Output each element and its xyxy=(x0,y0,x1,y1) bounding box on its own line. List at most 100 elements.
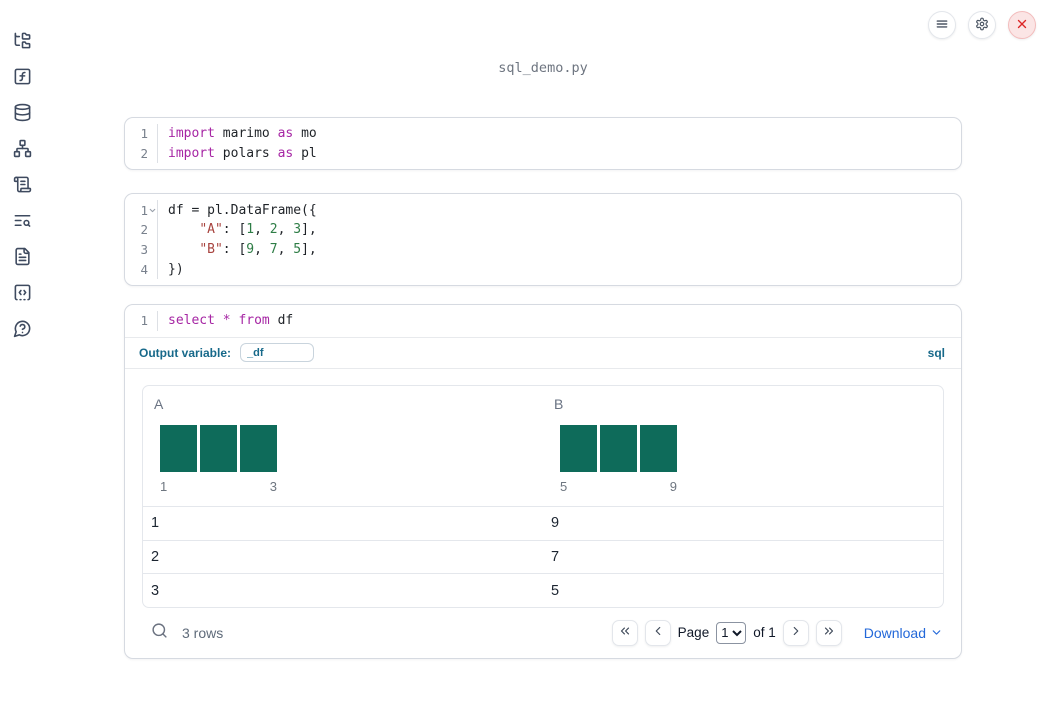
dataframe-table: A 1 3 B 5 9 1 9 2 7 3 5 xyxy=(142,384,944,608)
column-header-b[interactable]: B 5 9 xyxy=(543,386,943,506)
histogram-bar xyxy=(560,424,597,472)
table-footer-left: 3 rows xyxy=(151,622,223,644)
chevrons-left-icon xyxy=(618,624,632,641)
table-body: 192735 xyxy=(143,507,943,607)
histogram-b-ticks: 5 9 xyxy=(560,479,677,494)
code-text: "B": [9, 7, 5], xyxy=(199,242,317,258)
chevron-down-icon xyxy=(930,624,943,642)
column-label: B xyxy=(554,395,564,412)
sidebar-item-file-explorer[interactable] xyxy=(4,24,40,60)
sidebar-item-logs[interactable] xyxy=(4,168,40,204)
output-variable-label: Output variable: xyxy=(139,345,232,360)
sql-code-editor[interactable]: 1 select * from df xyxy=(125,305,961,337)
code-text: "A": [1, 2, 3], xyxy=(199,222,317,238)
histogram-bar xyxy=(240,424,277,472)
shutdown-button[interactable] xyxy=(1008,11,1036,39)
table-row[interactable]: 27 xyxy=(143,540,943,573)
page-select[interactable]: 1 xyxy=(716,621,747,644)
histogram-bar xyxy=(640,424,677,472)
code-line[interactable]: 4}) xyxy=(125,259,961,280)
sql-cell-footer: Output variable: sql xyxy=(125,336,961,368)
function-square-icon xyxy=(13,67,32,89)
code-text: select * from df xyxy=(168,313,294,329)
gutter xyxy=(148,143,158,164)
output-variable-input[interactable] xyxy=(240,343,315,363)
table-footer: 3 rows Page 1 of 1 Download xyxy=(142,608,944,658)
sidebar-item-search-logs[interactable] xyxy=(4,204,40,240)
sidebar-item-snippets[interactable] xyxy=(4,276,40,312)
line-number: 1 xyxy=(140,313,148,329)
code-text: df = pl.DataFrame({ xyxy=(168,202,317,218)
histogram-bar xyxy=(600,424,637,472)
sidebar-item-functions[interactable] xyxy=(4,60,40,96)
row-count: 3 rows xyxy=(182,624,224,641)
sql-output-area: A 1 3 B 5 9 1 9 2 7 3 5 3 rows Page 1 of… xyxy=(125,367,961,658)
file-text-icon xyxy=(13,247,32,269)
code-snippet-icon xyxy=(13,283,32,305)
chevron-left-icon xyxy=(651,624,665,641)
table-row[interactable]: 35 xyxy=(143,573,943,606)
line-number: 3 xyxy=(140,242,148,258)
code-line[interactable]: 2 import polars as pl xyxy=(125,143,961,164)
code-editor-dataframe[interactable]: 1 df = pl.DataFrame({2 "A": [1, 2, 3], 3 "… xyxy=(125,194,961,285)
settings-button[interactable] xyxy=(968,11,996,39)
table-row[interactable]: 19 xyxy=(143,507,943,540)
code-line[interactable]: 2 "A": [1, 2, 3], xyxy=(125,220,961,240)
gutter xyxy=(148,239,158,260)
text-search-icon xyxy=(13,211,32,233)
gutter xyxy=(148,124,158,144)
table-cell: 2 xyxy=(151,549,160,566)
gutter xyxy=(148,220,158,240)
sql-language-badge: sql xyxy=(927,345,945,360)
sidebar-item-help[interactable] xyxy=(4,312,40,348)
column-label: A xyxy=(154,395,164,412)
table-cell: 9 xyxy=(551,515,560,532)
tick-min: 5 xyxy=(560,478,568,494)
line-number: 2 xyxy=(140,222,148,238)
table-cell: 7 xyxy=(551,549,560,566)
code-cell-dataframe: 1 df = pl.DataFrame({2 "A": [1, 2, 3], 3 "… xyxy=(124,193,962,287)
table-header: A 1 3 B 5 9 xyxy=(143,386,943,507)
page-label: Page xyxy=(677,625,710,641)
network-icon xyxy=(13,139,32,161)
download-label: Download xyxy=(863,624,926,641)
gutter xyxy=(148,259,158,280)
histogram-b[interactable] xyxy=(560,424,677,472)
code-line[interactable]: 1 select * from df xyxy=(125,311,961,331)
table-cell: 5 xyxy=(551,582,560,599)
tick-max: 9 xyxy=(669,478,677,494)
line-number: 1 xyxy=(140,202,148,218)
sql-cell: 1 select * from df Output variable: sql A… xyxy=(124,304,962,659)
next-page-button[interactable] xyxy=(782,619,809,646)
column-header-a[interactable]: A 1 3 xyxy=(143,386,543,506)
histogram-a-ticks: 1 3 xyxy=(160,479,277,494)
code-line[interactable]: 3 "B": [9, 7, 5], xyxy=(125,239,961,260)
fold-chevron-icon[interactable] xyxy=(148,200,158,221)
scroll-text-icon xyxy=(13,175,32,197)
gutter xyxy=(148,311,158,331)
code-text: }) xyxy=(168,261,184,277)
last-page-button[interactable] xyxy=(815,619,842,646)
line-number: 1 xyxy=(140,126,148,142)
download-button[interactable]: Download xyxy=(864,624,943,642)
chevron-right-icon xyxy=(789,624,803,641)
pagination: Page 1 of 1 Download xyxy=(611,619,943,646)
code-editor-imports[interactable]: 1 import marimo as mo 2 import polars as pl xyxy=(125,118,961,169)
code-line[interactable]: 1 df = pl.DataFrame({ xyxy=(125,200,961,221)
gear-icon xyxy=(975,17,989,34)
sidebar-item-datasources[interactable] xyxy=(4,96,40,132)
close-icon xyxy=(1015,17,1029,34)
page-title: sql_demo.py xyxy=(498,60,588,76)
database-icon xyxy=(13,103,32,125)
search-icon[interactable] xyxy=(151,622,168,644)
histogram-a[interactable] xyxy=(160,424,277,472)
prev-page-button[interactable] xyxy=(644,619,671,646)
sidebar-item-documentation[interactable] xyxy=(4,240,40,276)
code-cell-imports: 1 import marimo as mo 2 import polars as pl xyxy=(124,117,962,171)
sidebar-item-dependency-graph[interactable] xyxy=(4,132,40,168)
table-cell: 1 xyxy=(151,515,160,532)
notebook-main: sql_demo.py 1 import marimo as mo 2 import … xyxy=(124,0,962,659)
page-of-label: of 1 xyxy=(753,625,776,641)
first-page-button[interactable] xyxy=(611,619,638,646)
code-line[interactable]: 1 import marimo as mo xyxy=(125,124,961,144)
